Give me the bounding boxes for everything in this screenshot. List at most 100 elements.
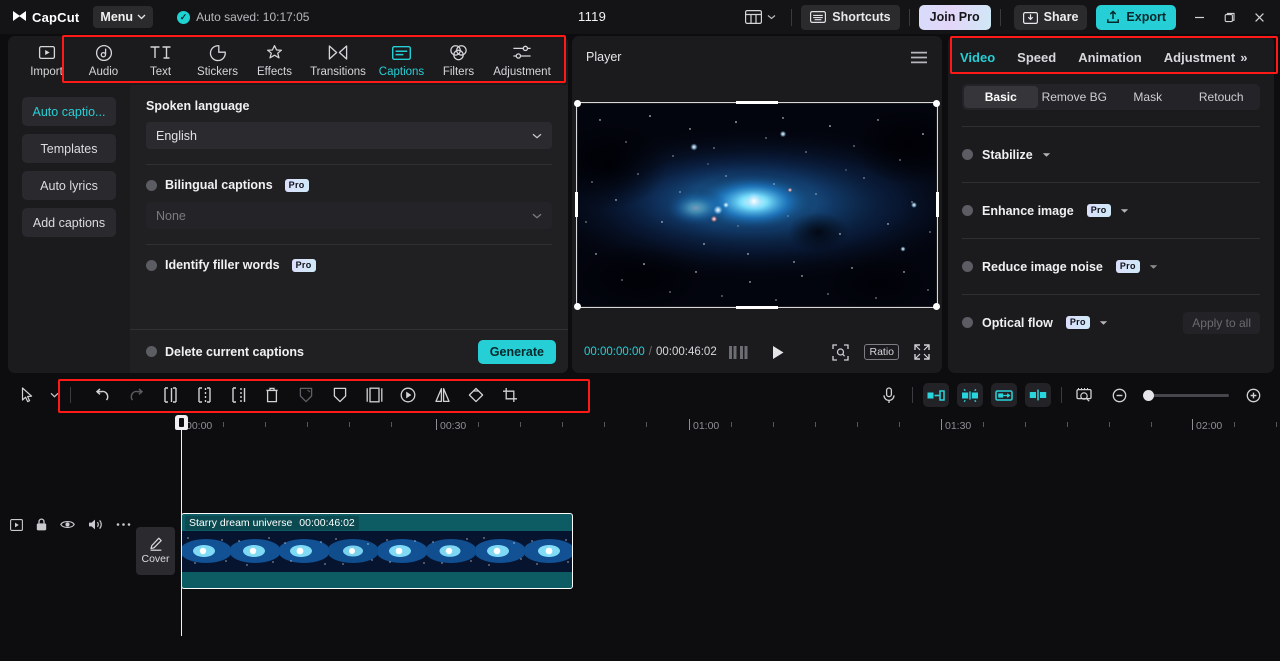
bilingual-toggle[interactable] [146, 179, 157, 191]
sidebar-item-templates[interactable]: Templates [22, 134, 116, 163]
more-icon[interactable] [116, 522, 131, 527]
resize-handle-bottom[interactable] [735, 305, 779, 309]
video-preview[interactable] [574, 99, 940, 310]
crop-icon[interactable] [493, 381, 527, 409]
resize-handle-left[interactable] [575, 192, 578, 217]
split-right-icon[interactable] [221, 381, 255, 409]
cover-button[interactable]: Cover [136, 527, 175, 575]
toolbar-item-captions[interactable]: Captions [373, 44, 430, 78]
zoom-to-fit-icon[interactable] [832, 343, 850, 361]
maximize-button[interactable] [1214, 3, 1244, 31]
split-left-icon[interactable] [187, 381, 221, 409]
preview-render-icon[interactable] [1068, 381, 1102, 409]
tab-adjustment[interactable]: Adjustment [1164, 50, 1236, 65]
generate-button[interactable]: Generate [477, 339, 556, 364]
tab-animation[interactable]: Animation [1078, 50, 1142, 65]
join-pro-button[interactable]: Join Pro [918, 4, 991, 30]
identify-filler-words-row[interactable]: Identify filler words Pro [146, 258, 552, 272]
minimize-button[interactable] [1184, 3, 1214, 31]
frame-step-icon[interactable] [728, 345, 751, 359]
eye-icon[interactable] [60, 519, 75, 530]
optical-flow-toggle[interactable] [962, 317, 973, 328]
toolbar-item-filters[interactable]: Filters [430, 44, 487, 78]
chevron-down-icon[interactable] [1120, 208, 1129, 214]
toolbar-item-text[interactable]: Text [132, 44, 189, 78]
corner-handle-bl[interactable] [574, 302, 581, 310]
zoom-slider-knob[interactable] [1143, 389, 1154, 401]
flip-icon[interactable] [425, 381, 459, 409]
video-track-icon[interactable] [10, 518, 23, 531]
enhance-image-toggle[interactable] [962, 205, 973, 216]
lock-icon[interactable] [36, 518, 47, 531]
select-cursor-icon[interactable] [10, 381, 44, 409]
sidebar-item-auto-lyrics[interactable]: Auto lyrics [22, 171, 116, 200]
close-button[interactable] [1244, 3, 1274, 31]
delete-captions-toggle[interactable] [146, 346, 157, 357]
toolbar-item-transitions[interactable]: Transitions [303, 44, 373, 78]
toolbar-item-audio[interactable]: Audio [75, 44, 132, 78]
timeline-clip[interactable]: Starry dream universe 00:00:46:02 [181, 513, 573, 589]
tab-video[interactable]: Video [960, 50, 995, 65]
clip-split-icon[interactable] [1025, 383, 1051, 407]
bilingual-captions-row[interactable]: Bilingual captions Pro [146, 178, 552, 192]
menu-button[interactable]: Menu [93, 6, 154, 28]
tab-speed[interactable]: Speed [1017, 50, 1056, 65]
mirror-panel-icon[interactable] [357, 381, 391, 409]
subtab-basic[interactable]: Basic [964, 86, 1038, 108]
timeline-ruler[interactable]: 00:00 01:00 00:30 01:30 02:00 [0, 415, 1280, 437]
subtab-remove-bg[interactable]: Remove BG [1038, 86, 1112, 108]
mask-icon[interactable] [323, 381, 357, 409]
corner-handle-tr[interactable] [933, 99, 940, 107]
spoken-language-select[interactable]: English [146, 122, 552, 149]
playhead-grip[interactable] [175, 415, 188, 430]
stabilize-row[interactable]: Stabilize [962, 127, 1260, 182]
shortcuts-button[interactable]: Shortcuts [801, 4, 900, 30]
rotate-icon[interactable] [459, 381, 493, 409]
redo-icon[interactable] [119, 381, 153, 409]
subtab-mask[interactable]: Mask [1111, 86, 1185, 108]
chevron-down-icon[interactable] [1149, 264, 1158, 270]
play-button[interactable] [771, 345, 785, 360]
zoom-slider[interactable] [1143, 389, 1229, 401]
enhance-image-row[interactable]: Enhance image Pro [962, 183, 1260, 238]
toolbar-item-import[interactable]: Import [18, 44, 75, 78]
player-menu-icon[interactable] [910, 51, 928, 64]
layout-switch-button[interactable] [739, 6, 782, 28]
delete-icon[interactable] [255, 381, 289, 409]
corner-handle-br[interactable] [933, 302, 940, 310]
clip-trim-start-icon[interactable] [923, 383, 949, 407]
zoom-in-icon[interactable] [1236, 381, 1270, 409]
microphone-icon[interactable] [872, 381, 906, 409]
reduce-noise-row[interactable]: Reduce image noise Pro [962, 239, 1260, 294]
zoom-out-icon[interactable] [1102, 381, 1136, 409]
ratio-button[interactable]: Ratio [864, 344, 899, 360]
stabilize-toggle[interactable] [962, 149, 973, 160]
toolbar-item-stickers[interactable]: Stickers [189, 44, 246, 78]
clip-link-icon[interactable] [991, 383, 1017, 407]
split-icon[interactable] [153, 381, 187, 409]
chevron-down-icon[interactable] [1042, 152, 1051, 158]
reduce-noise-toggle[interactable] [962, 261, 973, 272]
auto-cut-icon[interactable] [957, 383, 983, 407]
freeze-icon[interactable] [289, 381, 323, 409]
apply-to-all-button[interactable]: Apply to all [1183, 311, 1260, 334]
sidebar-item-add-captions[interactable]: Add captions [22, 208, 116, 237]
resize-handle-top[interactable] [735, 100, 779, 104]
corner-handle-tl[interactable] [574, 99, 581, 107]
share-button[interactable]: Share [1013, 4, 1088, 30]
toolbar-item-effects[interactable]: Effects [246, 44, 303, 78]
tabs-overflow-icon[interactable]: » [1240, 50, 1247, 65]
playhead[interactable] [175, 415, 188, 636]
speaker-icon[interactable] [88, 518, 103, 531]
export-button[interactable]: Export [1096, 4, 1176, 30]
speed-icon[interactable] [391, 381, 425, 409]
undo-icon[interactable] [85, 381, 119, 409]
optical-flow-row[interactable]: Optical flow Pro Apply to all [962, 295, 1260, 350]
subtab-retouch[interactable]: Retouch [1185, 86, 1259, 108]
fullscreen-icon[interactable] [914, 344, 930, 360]
toolbar-item-adjustment[interactable]: Adjustment [487, 44, 557, 78]
resize-handle-right[interactable] [936, 192, 939, 217]
chevron-down-icon[interactable] [44, 381, 64, 409]
sidebar-item-auto-captions[interactable]: Auto captio... [22, 97, 116, 126]
bilingual-language-select[interactable]: None [146, 202, 552, 229]
